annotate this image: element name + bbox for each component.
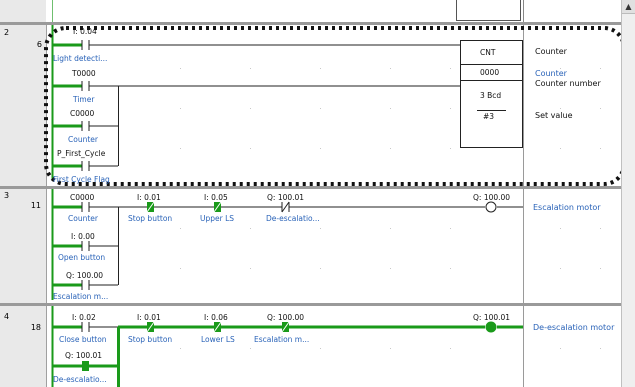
grid-dot <box>180 348 181 349</box>
grid-dot <box>320 148 321 149</box>
contact-address[interactable]: I: 0.02 <box>72 313 96 322</box>
grid-dot <box>390 348 391 349</box>
grid-dot <box>390 108 391 109</box>
grid-dot <box>390 268 391 269</box>
contact-label: Lower LS <box>201 335 235 344</box>
grid-dot <box>250 108 251 109</box>
grid-dot <box>180 268 181 269</box>
grid-dot <box>320 68 321 69</box>
contact-address[interactable]: Q: 100.00 <box>267 313 304 322</box>
grid-dot <box>450 348 451 349</box>
grid-dot <box>600 108 601 109</box>
grid-dot <box>390 148 391 149</box>
grid-dot <box>600 148 601 149</box>
grid-dot <box>560 228 561 229</box>
grid-dot <box>600 228 601 229</box>
contact-label: De-escalatio... <box>53 375 107 384</box>
grid-dot <box>250 348 251 349</box>
grid-dot <box>180 148 181 149</box>
grid-dot <box>560 268 561 269</box>
grid-dot <box>450 228 451 229</box>
grid-dot <box>180 228 181 229</box>
grid-dot <box>560 68 561 69</box>
ladder-editor[interactable]: 2 6 I: 0.04 Light detecti... T0000 Timer… <box>0 0 635 387</box>
coil-address[interactable]: Q: 100.01 <box>473 313 510 322</box>
grid-dot <box>250 228 251 229</box>
grid-dot <box>320 348 321 349</box>
grid-dot <box>320 268 321 269</box>
grid-dot <box>390 228 391 229</box>
grid-dot <box>450 268 451 269</box>
grid-dot <box>180 68 181 69</box>
grid-dot <box>250 148 251 149</box>
grid-dot <box>600 68 601 69</box>
grid-dot <box>600 348 601 349</box>
grid-dot <box>250 68 251 69</box>
up-arrow-icon[interactable]: ▲ <box>622 0 635 14</box>
grid-dot <box>320 108 321 109</box>
grid-dot <box>560 348 561 349</box>
grid-dot <box>450 108 451 109</box>
contact-label: Escalation m... <box>254 335 310 344</box>
grid-dot <box>390 68 391 69</box>
grid-dot <box>450 68 451 69</box>
coil-comment: De-escalation motor <box>533 323 615 332</box>
grid-dot <box>180 108 181 109</box>
contact-address[interactable]: Q: 100.01 <box>65 351 102 360</box>
contact-label: Close button <box>59 335 107 344</box>
contact-address[interactable]: I: 0.06 <box>204 313 228 322</box>
grid-dot <box>450 148 451 149</box>
contact-address[interactable]: I: 0.01 <box>137 313 161 322</box>
grid-dot <box>250 268 251 269</box>
vertical-scrollbar[interactable]: ▲ <box>621 0 635 387</box>
grid-dot <box>560 108 561 109</box>
grid-dot <box>600 268 601 269</box>
contact-label: Stop button <box>128 335 173 344</box>
grid-dot <box>320 228 321 229</box>
grid-dot <box>560 148 561 149</box>
